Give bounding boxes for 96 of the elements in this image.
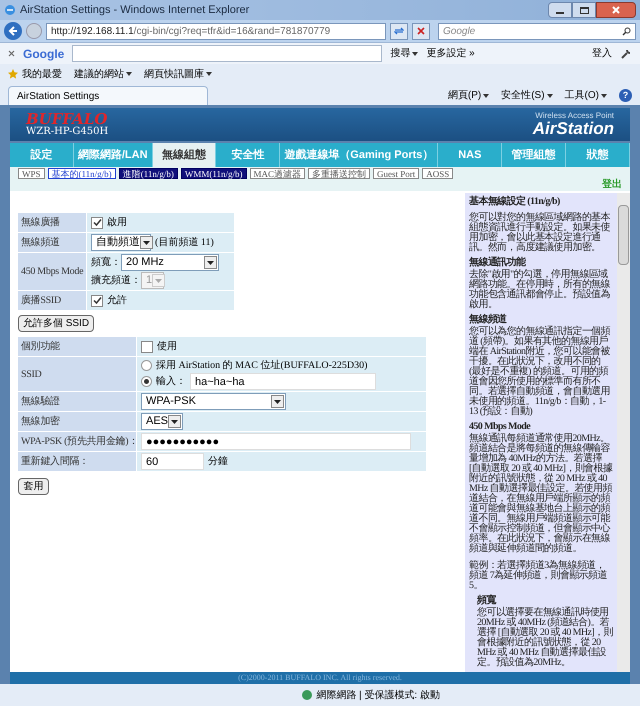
window-title: AirStation Settings - Windows Internet Explorer bbox=[20, 2, 250, 18]
toolbar-search-input[interactable] bbox=[72, 45, 382, 62]
unit-label: 分鐘 bbox=[208, 455, 228, 469]
help-button[interactable]: ? bbox=[619, 89, 632, 102]
select-field[interactable]: AES bbox=[141, 413, 183, 430]
refresh-icon[interactable] bbox=[394, 26, 404, 36]
help-heading: 無線頻道 bbox=[469, 315, 508, 325]
refresh-button[interactable] bbox=[390, 22, 408, 40]
checkbox[interactable] bbox=[91, 216, 103, 228]
stop-icon[interactable] bbox=[417, 27, 425, 35]
radio-button[interactable] bbox=[141, 360, 152, 371]
sub-tab[interactable]: WMM(11n/g/b) bbox=[180, 168, 247, 179]
caret-icon[interactable] bbox=[206, 72, 212, 76]
sub-tab[interactable]: MAC過濾器 bbox=[250, 168, 306, 179]
help-text: 您可以為您的無線通訊指定一個頻道 (頻帶)。如果有其他的無線用戶端在 AirStation附近，您可以能會被干擾。在此狀況下，改用不同的 (最好是不重複) 的頻道。可用的頻道會因您所使用的標準而有所不同。若選擇自動頻道，會自動選用未使用的頻道。11n/g/b：自動，1-13 (預設：自動) bbox=[469, 327, 612, 417]
radio-button[interactable] bbox=[141, 376, 152, 387]
command-menu[interactable]: 安全性(S) bbox=[501, 88, 553, 103]
scrollbar[interactable] bbox=[617, 193, 630, 672]
help-text: 去除"啟用"的勾選，停用無線區域網路功能。在停用時，所有的無線功能包含通訊都會停止。預設值為啟用。 bbox=[469, 270, 612, 310]
caret-icon[interactable] bbox=[412, 52, 418, 56]
caret-icon[interactable] bbox=[483, 94, 490, 98]
command-menu[interactable]: 網頁(P) bbox=[448, 88, 490, 103]
star-icon[interactable] bbox=[8, 69, 18, 79]
tagline: Wireless Access Point bbox=[535, 112, 614, 120]
checkbox-label: 允許 bbox=[107, 294, 127, 308]
select-field[interactable]: 20 MHz bbox=[121, 254, 219, 271]
toolbar-search-button[interactable]: 搜尋 bbox=[390, 46, 418, 61]
close-button[interactable] bbox=[596, 2, 636, 18]
row-label: 無線頻道 bbox=[18, 233, 86, 252]
help-heading: 基本無線設定 (11n/g/b) bbox=[469, 197, 561, 207]
caret-icon[interactable] bbox=[126, 72, 132, 76]
brand-logo: BUFFALO bbox=[26, 112, 108, 127]
address-bar[interactable]: http://192.168.11.1/cgi-bin/cgi?req=tfr&id=16&rand=781870779 bbox=[46, 22, 386, 40]
status-text: 網際網路 | 受保護模式: 啟動 bbox=[302, 688, 440, 702]
help-text: 無線通訊每頻道通常使用20MHz。頻道結合是將每頻道的無線傳輸容量增加為 40MHz的方法。若選擇 [自動選取 20 或 40 MHz]，則會根據附近的訊號狀態，從 20 MHz 或 40 MHz 自動選擇最佳設定。若使用頻道結合，在無線用戶端所顯示的頻道可能會與無線基地台上顯示的頻道不同。無線用戶端頻道顯示可能不會顯示控制頻道，但會顯示中心頻率。在此狀況下，會顯示在無線頻道與延伸頻道間的頻道。 bbox=[469, 434, 613, 554]
sub-tab[interactable]: AOSS bbox=[422, 168, 454, 179]
nav-tab[interactable]: 無線組態 bbox=[152, 143, 216, 167]
help-text: 您可以選擇要在無線通訊時使用 20MHz 或 40MHz (頻道結合)。若選擇 [自動選取 20 或 40 MHz]，則會根據附近的訊號狀態，從 20 MHz 或 40 MHz 自動選擇最佳設定。預設值為20MHz。 bbox=[477, 608, 613, 668]
checkbox-label: 使用 bbox=[157, 340, 177, 354]
row-label: 無線驗證 bbox=[18, 392, 136, 411]
help-text: 您可以對您的無線區域網路的基本組態資訊進行手動設定。如果未使用加密，會以此基本設定進行通訊。然而，高度建議使用加密。 bbox=[469, 213, 612, 253]
sub-tab[interactable]: 基本的(11n/g/b) bbox=[48, 168, 116, 179]
favorites-button[interactable]: 我的最愛 bbox=[8, 66, 62, 82]
search-icon[interactable] bbox=[622, 26, 631, 36]
sub-tab[interactable]: 多重播送控制 bbox=[308, 168, 370, 179]
checkbox[interactable] bbox=[141, 340, 153, 352]
select-field[interactable]: WPA-PSK bbox=[141, 393, 286, 410]
command-menu[interactable]: 工具(O) bbox=[564, 88, 607, 103]
radio-label: 輸入： bbox=[156, 374, 186, 389]
row-label: WPA-PSK (預先共用金鑰)： bbox=[18, 432, 136, 451]
multi-ssid-button[interactable]: 允許多個 SSID bbox=[18, 315, 94, 332]
close-icon[interactable] bbox=[8, 50, 15, 57]
row-label: 無線加密 bbox=[18, 412, 136, 431]
ssid-input[interactable]: ha~ha~ha bbox=[190, 373, 376, 390]
row-label: SSID bbox=[18, 357, 136, 391]
toolbar-brand: Google bbox=[23, 46, 64, 62]
checkbox-label: 啟用 bbox=[107, 216, 127, 230]
row-label: 無線廣播 bbox=[18, 213, 86, 232]
sub-tab[interactable]: WPS bbox=[18, 168, 45, 179]
help-heading: 無線通訊功能 bbox=[469, 258, 527, 268]
checkbox[interactable] bbox=[91, 294, 103, 306]
text-input[interactable]: ●●●●●●●●●●● bbox=[141, 433, 411, 450]
sub-tab[interactable]: 進階(11n/g/b) bbox=[118, 168, 178, 179]
back-button[interactable] bbox=[4, 22, 22, 40]
stop-button[interactable] bbox=[412, 22, 430, 40]
help-heading: 450 Mbps Mode bbox=[469, 422, 532, 432]
row-label: 個別功能 bbox=[18, 337, 136, 356]
field-label: 擴充頻道： bbox=[91, 274, 141, 288]
select-field[interactable]: 自動頻道 bbox=[91, 234, 151, 251]
wrench-icon[interactable] bbox=[620, 48, 632, 60]
radio-label: 採用 AirStation 的 MAC 位址(BUFFALO-225D30) bbox=[156, 358, 368, 373]
help-text: 範例：若選擇頻道3為無線頻道，頻道 7為延伸頻道，則會顯示頻道5。 bbox=[469, 561, 608, 591]
product-logo: AirStation bbox=[532, 120, 614, 137]
minimize-button[interactable] bbox=[548, 2, 572, 18]
caret-icon[interactable] bbox=[601, 94, 607, 98]
row-label: 450 Mbps Mode bbox=[18, 253, 86, 290]
channel-note: (目前頻道 11) bbox=[155, 236, 214, 250]
favorites-link[interactable]: 網頁快訊圖庫 bbox=[144, 66, 212, 82]
browser-tab[interactable]: AirStation Settings bbox=[8, 86, 208, 105]
text-input[interactable]: 60 bbox=[141, 453, 204, 470]
caret-icon[interactable] bbox=[546, 94, 553, 98]
search-field[interactable]: Google bbox=[438, 22, 636, 40]
field-label: 頻寬： bbox=[91, 256, 121, 270]
favorites-link[interactable]: 建議的網站 bbox=[74, 66, 132, 82]
maximize-button[interactable] bbox=[572, 2, 596, 18]
apply-button[interactable]: 套用 bbox=[18, 478, 49, 495]
more-settings-button[interactable]: 更多設定 » bbox=[426, 46, 475, 61]
model-name: WZR-HP-G450H bbox=[26, 127, 108, 137]
help-heading: 頻寬 bbox=[477, 596, 498, 606]
back-arrow-icon[interactable] bbox=[8, 26, 18, 36]
row-label: 廣播SSID bbox=[18, 291, 86, 310]
login-button[interactable]: 登入 bbox=[592, 46, 612, 61]
row-label: 重新鍵入間隔： bbox=[18, 452, 136, 471]
browser-logo-icon bbox=[4, 4, 16, 16]
sub-tab[interactable]: Guest Port bbox=[373, 168, 420, 179]
copyright: (C)2000-2011 BUFFALO INC. All rights reserved. bbox=[238, 672, 402, 684]
